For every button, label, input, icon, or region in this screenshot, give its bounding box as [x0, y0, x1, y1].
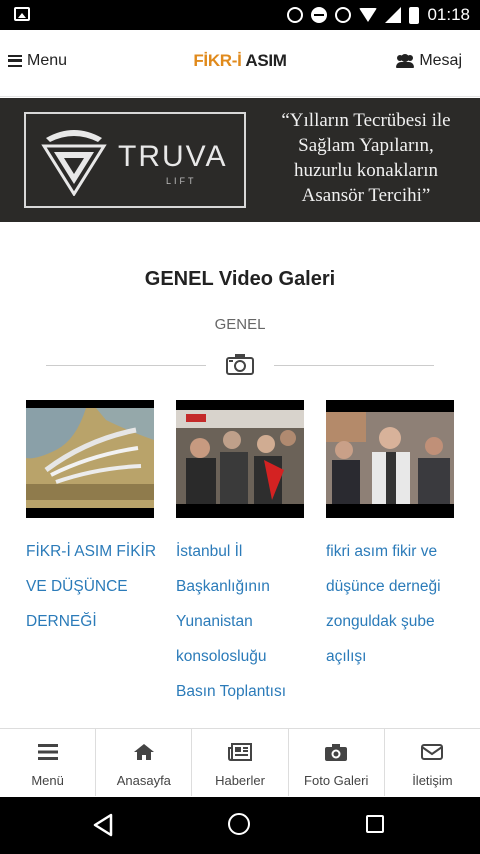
banner-quote-line: huzurlu konakların	[293, 160, 439, 181]
banner-quote-line: Sağlam Yapıların,	[298, 135, 434, 156]
banner-brand-sub: LIFT	[166, 176, 197, 186]
caption-line: zonguldak şube	[326, 613, 435, 630]
status-bar: 01:18	[0, 0, 480, 30]
caption-line: düşünce derneği	[326, 578, 441, 595]
banner-quote: “Yılların Tecrübesi ile Sağlam Yapıların…	[256, 108, 476, 208]
video-card[interactable]: fikri asım fikir ve düşünce derneği zong…	[326, 400, 476, 674]
nav-photo-gallery-label: Foto Galeri	[304, 773, 369, 788]
video-title-link[interactable]: FİKR-İ ASIM FİKİR VE DÜŞÜNCE DERNEĞİ	[26, 534, 176, 639]
alarm-icon	[335, 7, 352, 23]
bottom-nav: Menü Anasayfa Haberler Foto Galeri İleti…	[0, 728, 480, 796]
status-time: 01:18	[427, 5, 470, 24]
divider-left	[46, 365, 206, 366]
nav-news-label: Haberler	[215, 773, 265, 788]
logo-part2: ASIM	[245, 51, 287, 70]
site-header: Menu FİKR-İ ASIM Mesaj	[0, 30, 480, 97]
camera-icon	[226, 354, 254, 375]
caption-line: açılışı	[326, 648, 367, 665]
video-thumbnail[interactable]	[26, 400, 154, 518]
logo-part1: FİKR-İ	[193, 51, 242, 70]
banner-quote-line: Asansör Tercihi”	[301, 185, 431, 206]
page-title: GENEL Video Galeri	[144, 268, 336, 290]
caption-line: fikri asım fikir ve	[326, 543, 438, 560]
nav-menu[interactable]: Menü	[0, 729, 97, 796]
video-title-link[interactable]: fikri asım fikir ve düşünce derneği zong…	[326, 534, 476, 674]
battery-icon	[409, 6, 420, 24]
caption-line: Başkanlığının	[176, 578, 270, 595]
banner-logo-box: TRUVA LIFT	[24, 112, 246, 208]
caption-line: konsolosluğu	[176, 648, 267, 665]
nav-news[interactable]: Haberler	[192, 729, 289, 796]
video-card[interactable]: İstanbul İl Başkanlığının Yunanistan kon…	[176, 400, 326, 709]
nav-photo-gallery[interactable]: Foto Galeri	[289, 729, 385, 796]
menu-icon	[37, 744, 58, 760]
back-icon[interactable]	[92, 813, 114, 837]
newspaper-icon	[228, 743, 252, 761]
nav-home-label: Anasayfa	[116, 773, 171, 788]
banner-quote-line: “Yılların Tecrübesi ile	[281, 110, 451, 131]
recent-apps-icon[interactable]	[366, 815, 384, 833]
video-gallery: FİKR-İ ASIM FİKİR VE DÜŞÜNCE DERNEĞİ İst…	[0, 400, 480, 720]
branch-opening-thumbnail-image	[326, 412, 454, 504]
home-circle-icon[interactable]	[228, 813, 250, 835]
data-saver-icon	[287, 7, 304, 23]
message-button[interactable]: Mesaj	[396, 52, 462, 70]
status-icons: 01:18	[287, 5, 470, 25]
truva-lift-banner[interactable]: TRUVA LIFT “Yılların Tecrübesi ile Sağla…	[0, 98, 480, 222]
message-label: Mesaj	[419, 52, 462, 69]
video-card[interactable]: FİKR-İ ASIM FİKİR VE DÜŞÜNCE DERNEĞİ	[26, 400, 176, 639]
map-thumbnail-image	[26, 408, 154, 508]
caption-line: FİKR-İ ASIM FİKİR	[26, 543, 157, 560]
caption-line: İstanbul İl	[176, 543, 243, 560]
truva-emblem-icon	[41, 130, 107, 196]
video-thumbnail[interactable]	[176, 400, 304, 518]
category-link[interactable]: GENEL	[0, 316, 480, 333]
banner-brand: TRUVA	[118, 140, 228, 173]
cell-signal-icon	[385, 7, 402, 23]
video-title-link[interactable]: İstanbul İl Başkanlığının Yunanistan kon…	[176, 534, 326, 709]
caption-line: Basın Toplantısı	[176, 683, 287, 700]
caption-line: VE DÜŞÜNCE	[26, 578, 128, 595]
wifi-icon	[359, 8, 378, 22]
nav-contact[interactable]: İletişim	[385, 729, 480, 796]
caption-line: Yunanistan	[176, 613, 253, 630]
image-notification-icon	[14, 7, 30, 21]
do-not-disturb-icon	[311, 7, 328, 23]
nav-home[interactable]: Anasayfa	[96, 729, 193, 796]
nav-contact-label: İletişim	[412, 773, 453, 788]
nav-menu-label: Menü	[31, 773, 64, 788]
divider-right	[274, 365, 434, 366]
caption-line: DERNEĞİ	[26, 613, 97, 630]
press-conference-thumbnail-image	[176, 410, 304, 504]
video-thumbnail[interactable]	[326, 400, 454, 518]
envelope-icon	[421, 744, 444, 760]
home-icon	[133, 744, 154, 760]
camera-icon	[325, 744, 348, 761]
android-nav-bar	[0, 797, 480, 854]
users-icon	[396, 54, 415, 68]
